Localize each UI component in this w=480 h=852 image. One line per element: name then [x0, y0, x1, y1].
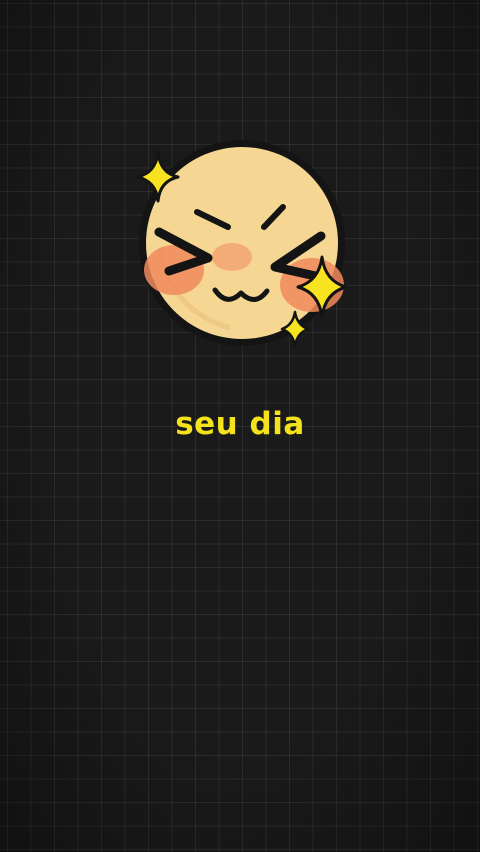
caption-text: seu dia	[175, 406, 305, 442]
blushing-emoji-icon	[135, 140, 348, 348]
